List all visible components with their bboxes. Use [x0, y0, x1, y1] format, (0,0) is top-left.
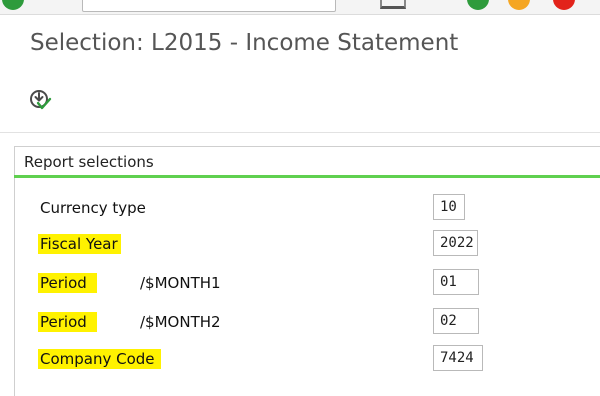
field-row-company-code: Company Code 7424 [0, 344, 600, 374]
command-field[interactable] [82, 0, 336, 12]
field-label: Fiscal Year [38, 234, 121, 254]
field-label: Company Code [38, 349, 161, 369]
field-row-period-to: Period /$MONTH2 02 [0, 307, 600, 337]
page-title: Selection: L2015 - Income Statement [30, 30, 459, 56]
enter-icon[interactable] [2, 0, 24, 10]
period-from-input[interactable]: 01 [433, 269, 479, 295]
toolbar [0, 0, 600, 15]
period-to-input[interactable]: 02 [433, 308, 479, 334]
currency-type-input[interactable]: 10 [433, 194, 465, 220]
field-row-fiscal-year: Fiscal Year 2022 [0, 229, 600, 259]
field-label: Period [38, 312, 97, 332]
green-status-icon[interactable] [467, 0, 489, 10]
field-tech-name: /$MONTH2 [140, 313, 221, 331]
field-label: Period [38, 273, 97, 293]
field-row-period-from: Period /$MONTH1 01 [0, 268, 600, 298]
red-status-icon[interactable] [553, 0, 575, 10]
execute-icon[interactable] [28, 88, 52, 112]
field-row-currency-type: Currency type 10 [0, 193, 600, 223]
yellow-status-icon[interactable] [508, 0, 530, 10]
fiscal-year-input[interactable]: 2022 [433, 230, 478, 256]
header-divider [0, 132, 600, 133]
company-code-input[interactable]: 7424 [433, 345, 483, 371]
section-accent-bar [14, 175, 600, 178]
layout-icon[interactable] [380, 0, 406, 9]
field-tech-name: /$MONTH1 [140, 274, 221, 292]
section-title: Report selections [24, 153, 154, 171]
field-label: Currency type [40, 199, 146, 217]
